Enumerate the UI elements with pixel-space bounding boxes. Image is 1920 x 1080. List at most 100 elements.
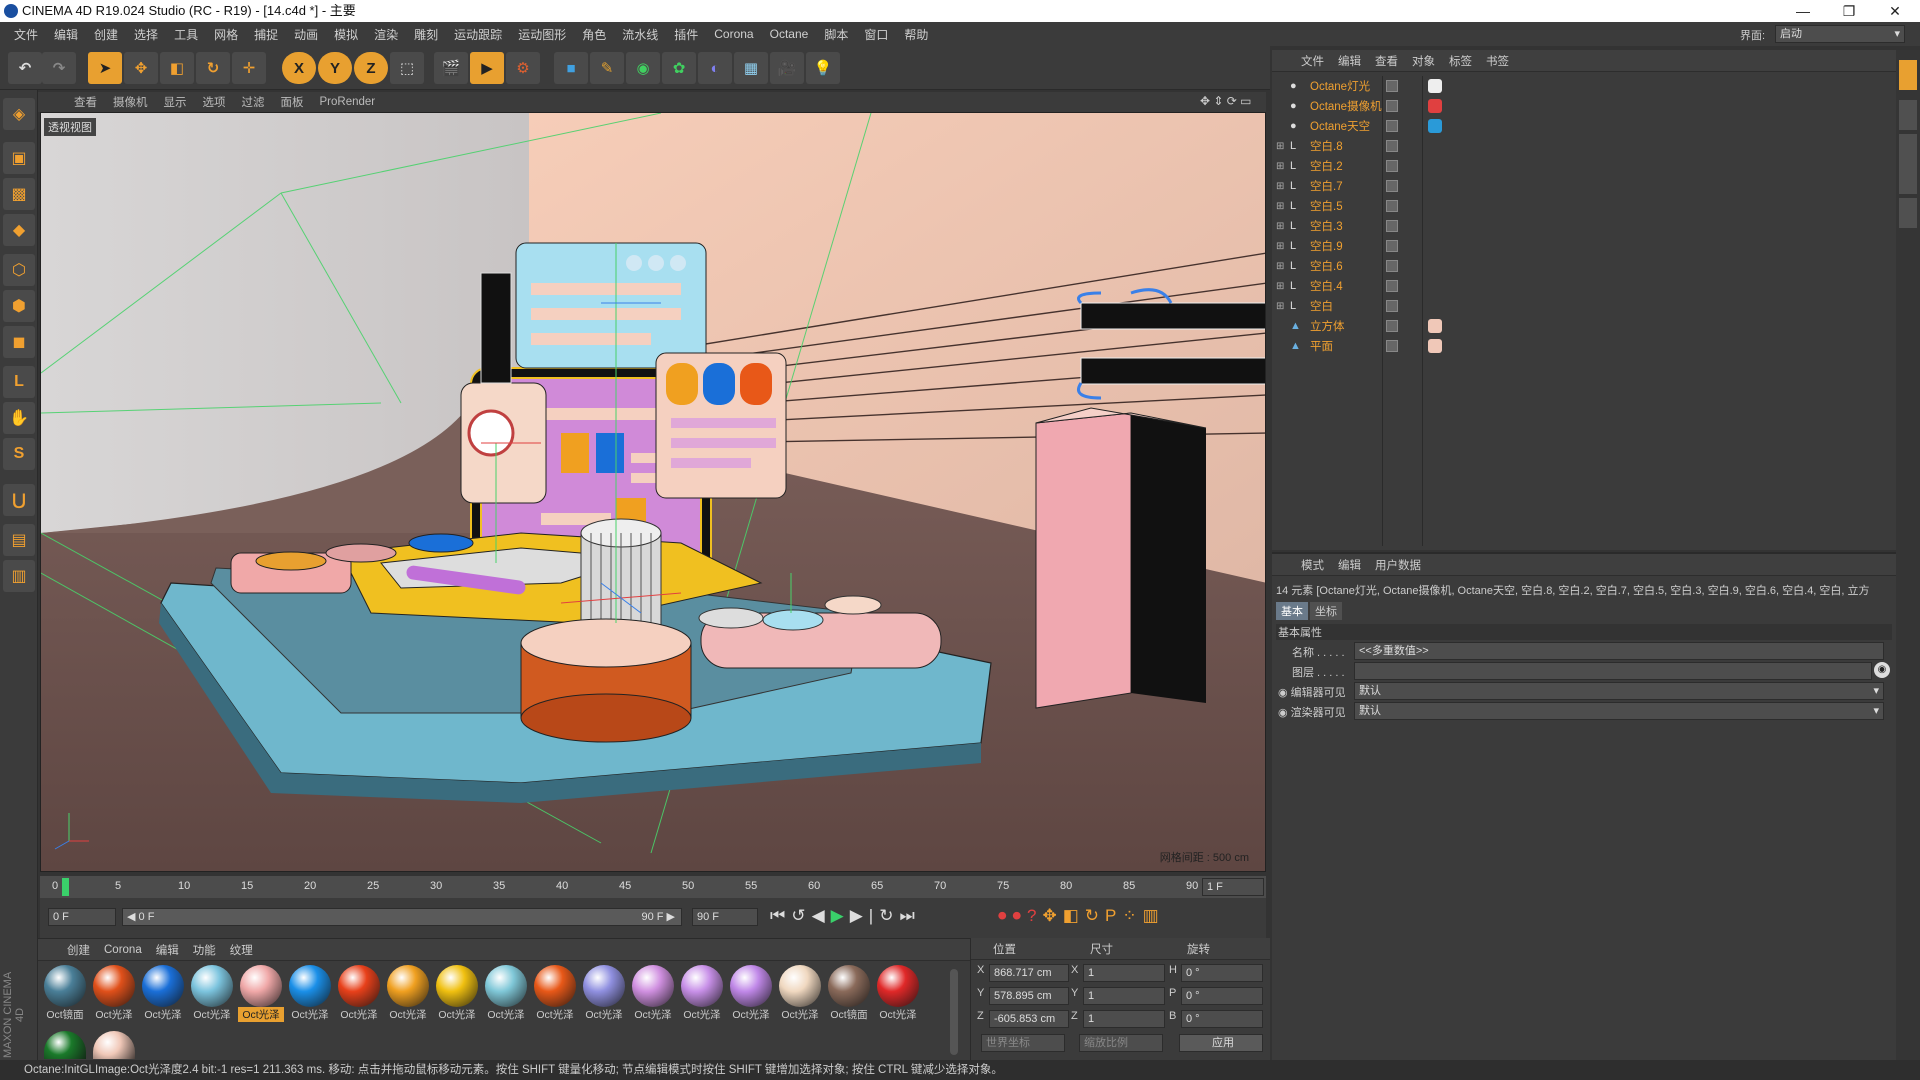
object-row[interactable]: ⊞ L 空白 <box>1272 296 1896 316</box>
previous-key-icon[interactable]: ↺ <box>791 906 811 925</box>
material-swatch[interactable] <box>44 1031 86 1059</box>
magnet-icon[interactable]: ⋃ <box>3 484 35 516</box>
object-row[interactable]: ⊞ L 空白.7 <box>1272 176 1896 196</box>
object-menu-item-0[interactable]: 文件 <box>1294 53 1331 69</box>
end-frame-field[interactable]: 90 F <box>692 908 758 926</box>
menu-item-14[interactable]: 流水线 <box>614 26 666 43</box>
material-swatch[interactable]: Oct光泽 <box>532 965 578 1021</box>
object-row[interactable]: ● Octane摄像机 <box>1272 96 1896 116</box>
tag-icon[interactable] <box>1428 119 1442 133</box>
coordinate-mode-select[interactable]: 世界坐标 <box>981 1034 1065 1052</box>
rotation-field[interactable]: 0 ° <box>1181 987 1263 1005</box>
step-forward-icon[interactable]: ▶| <box>850 906 880 925</box>
tab-coordinates[interactable]: 坐标 <box>1310 602 1342 620</box>
menu-item-0[interactable]: 文件 <box>6 26 46 43</box>
go-to-start-icon[interactable]: ⏮ <box>770 906 791 925</box>
axis-mode-icon[interactable]: L <box>3 366 35 398</box>
tag-icon[interactable] <box>1428 99 1442 113</box>
material-swatch[interactable] <box>93 1031 135 1059</box>
render-view-icon[interactable]: 🎬 <box>434 52 468 84</box>
material-menu-item-2[interactable]: 编辑 <box>149 942 186 958</box>
go-to-end-icon[interactable]: ⏭ <box>899 906 920 925</box>
object-name[interactable]: 空白.6 <box>1310 258 1343 274</box>
object-name[interactable]: 空白.4 <box>1310 278 1343 294</box>
position-field[interactable]: 578.895 cm <box>989 987 1069 1005</box>
z-axis-icon[interactable]: Z <box>354 52 388 84</box>
rotation-field[interactable]: 0 ° <box>1181 964 1263 982</box>
key-position-icon[interactable]: ✥ <box>1042 906 1062 925</box>
select-cursor-icon[interactable]: ➤ <box>88 52 122 84</box>
material-swatch[interactable]: Oct光泽 <box>189 965 235 1021</box>
material-swatch[interactable]: Oct光泽 <box>287 965 333 1021</box>
apply-button[interactable]: 应用 <box>1179 1034 1263 1052</box>
material-swatch[interactable]: Oct光泽 <box>581 965 627 1021</box>
visibility-toggle-icon[interactable] <box>1386 100 1398 112</box>
menu-item-18[interactable]: 脚本 <box>816 26 856 43</box>
render-settings-icon[interactable]: ⚙ <box>506 52 540 84</box>
tweak-mode-icon[interactable]: ✋ <box>3 402 35 434</box>
object-menu-item-5[interactable]: 书签 <box>1479 53 1516 69</box>
structure-tab[interactable] <box>1899 198 1917 228</box>
scale-tool-icon[interactable]: ◧ <box>160 52 194 84</box>
timeline-ruler[interactable]: 0 5 10 15 20 25 30 35 40 45 50 55 60 65 70 75 80 85 90 1 F <box>40 876 1266 898</box>
object-row[interactable]: ▲ 立方体 <box>1272 316 1896 336</box>
object-menu-item-1[interactable]: 编辑 <box>1331 53 1368 69</box>
object-row[interactable]: ⊞ L 空白.6 <box>1272 256 1896 276</box>
menu-item-2[interactable]: 创建 <box>86 26 126 43</box>
menu-item-10[interactable]: 雕刻 <box>406 26 446 43</box>
object-menu-item-3[interactable]: 对象 <box>1405 53 1442 69</box>
object-name[interactable]: 空白.5 <box>1310 198 1343 214</box>
camera-icon[interactable]: 🎥 <box>770 52 804 84</box>
viewport-menu-item-1[interactable]: 摄像机 <box>105 94 156 110</box>
rotate-tool-icon[interactable]: ↻ <box>196 52 230 84</box>
menu-item-12[interactable]: 运动图形 <box>510 26 574 43</box>
size-mode-select[interactable]: 缩放比例 <box>1079 1034 1163 1052</box>
material-swatch[interactable]: Oct光泽 <box>385 965 431 1021</box>
rotation-field[interactable]: 0 ° <box>1181 1010 1263 1028</box>
playhead[interactable] <box>62 878 69 896</box>
object-name[interactable]: 空白.3 <box>1310 218 1343 234</box>
viewport-menu-item-5[interactable]: 面板 <box>273 94 312 110</box>
size-field[interactable]: 1 <box>1083 1010 1165 1028</box>
play-icon[interactable]: ▶ <box>831 906 850 925</box>
visibility-toggle-icon[interactable] <box>1386 160 1398 172</box>
object-name[interactable]: 空白.7 <box>1310 178 1343 194</box>
menu-item-8[interactable]: 模拟 <box>326 26 366 43</box>
visibility-toggle-icon[interactable] <box>1386 280 1398 292</box>
visibility-toggle-icon[interactable] <box>1386 140 1398 152</box>
attribute-menu-item-1[interactable]: 编辑 <box>1331 557 1368 573</box>
tag-icon[interactable] <box>1428 319 1442 333</box>
objects-tab[interactable] <box>1899 60 1917 90</box>
material-swatch[interactable]: Oct光泽 <box>728 965 774 1021</box>
material-swatch[interactable]: Oct光泽 <box>140 965 186 1021</box>
layer-picker-icon[interactable]: ◉ <box>1874 662 1890 678</box>
y-axis-icon[interactable]: Y <box>318 52 352 84</box>
object-row[interactable]: ⊞ L 空白.4 <box>1272 276 1896 296</box>
start-frame-field[interactable]: 0 F <box>48 908 116 926</box>
menu-item-16[interactable]: Corona <box>706 27 761 41</box>
expand-icon[interactable]: ⊞ <box>1276 301 1290 312</box>
key-param-icon[interactable]: P <box>1105 906 1122 925</box>
object-name[interactable]: 空白 <box>1310 298 1333 314</box>
material-swatch[interactable]: Oct光泽 <box>679 965 725 1021</box>
object-name[interactable]: 空白.8 <box>1310 138 1343 154</box>
next-key-icon[interactable]: ↻ <box>879 906 899 925</box>
expand-icon[interactable]: ⊞ <box>1276 281 1290 292</box>
visibility-toggle-icon[interactable] <box>1386 240 1398 252</box>
visibility-toggle-icon[interactable] <box>1386 180 1398 192</box>
viewport-nav-icon[interactable]: ✥ ⇕ ⟳ ▭ <box>1200 94 1252 108</box>
texture-mode-icon[interactable]: ▩ <box>3 178 35 210</box>
takes-tab[interactable] <box>1899 100 1917 130</box>
menu-item-13[interactable]: 角色 <box>574 26 614 43</box>
object-name[interactable]: 平面 <box>1310 338 1333 354</box>
expand-icon[interactable]: ⊞ <box>1276 221 1290 232</box>
x-axis-icon[interactable]: X <box>282 52 316 84</box>
polygons-mode-icon[interactable]: ◼ <box>3 326 35 358</box>
timeline-window-icon[interactable]: ▥ <box>1143 906 1165 925</box>
expand-icon[interactable]: ⊞ <box>1276 241 1290 252</box>
deformer-icon[interactable]: ◐ <box>698 52 732 84</box>
material-menu-item-3[interactable]: 功能 <box>186 942 223 958</box>
coordinate-system-icon[interactable]: ⬚ <box>390 52 424 84</box>
model-mode-icon[interactable]: ▣ <box>3 142 35 174</box>
menu-item-3[interactable]: 选择 <box>126 26 166 43</box>
